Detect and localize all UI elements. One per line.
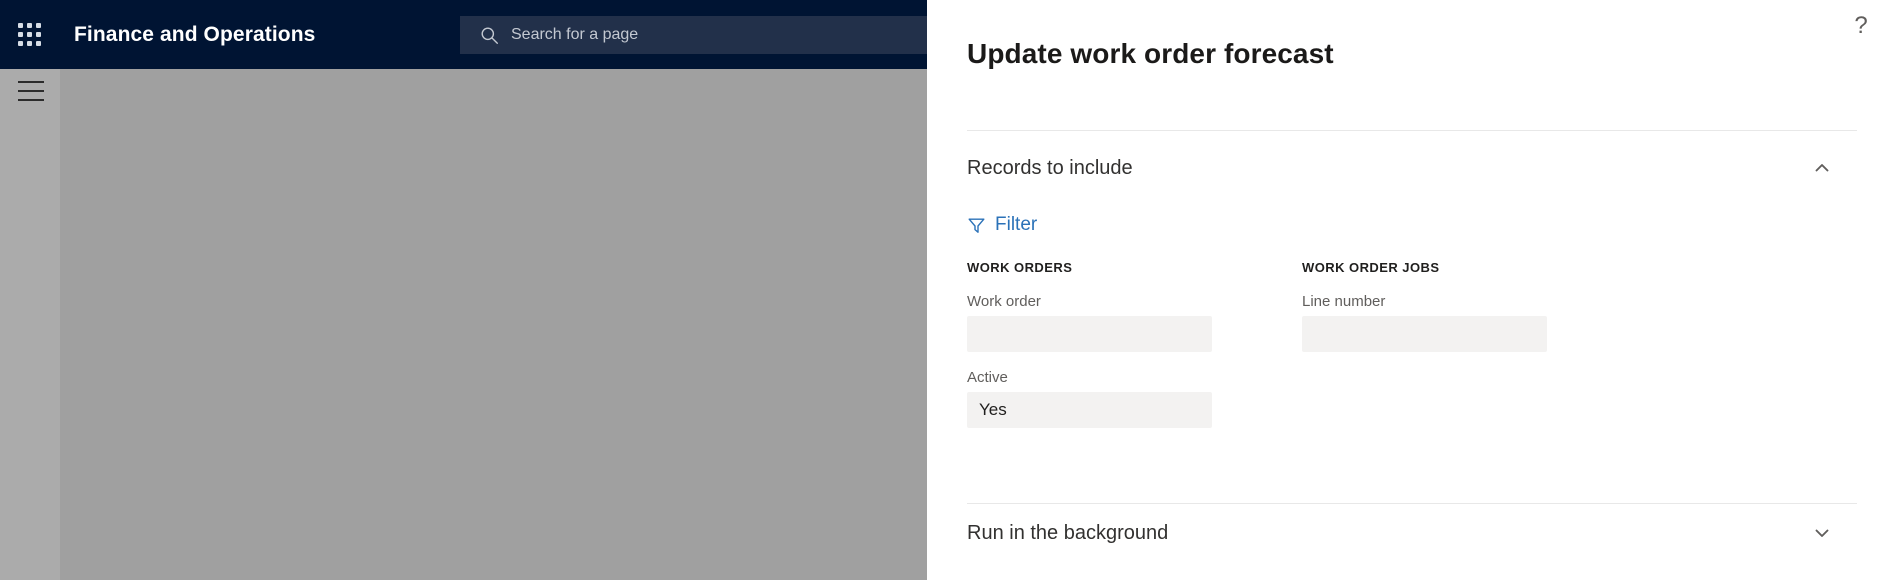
section-header-records-to-include[interactable]: Records to include	[967, 148, 1857, 188]
waffle-grid-icon	[17, 23, 41, 46]
funnel-icon	[967, 216, 986, 235]
field-active: Active	[967, 369, 1267, 428]
left-nav-rail	[0, 69, 60, 580]
chevron-up-icon[interactable]	[1811, 157, 1833, 179]
chevron-down-icon[interactable]	[1811, 522, 1833, 544]
field-work-order: Work order	[967, 293, 1267, 352]
work-order-input[interactable]	[967, 316, 1212, 352]
field-label-work-order: Work order	[967, 293, 1041, 310]
field-group-work-orders: WORK ORDERS Work order Active	[967, 260, 1267, 445]
hamburger-icon[interactable]	[18, 81, 44, 101]
page-title: Update work order forecast	[967, 38, 1334, 69]
divider-bottom	[967, 503, 1857, 504]
update-work-order-forecast-panel: ? Update work order forecast Records to …	[927, 0, 1897, 580]
search-icon	[480, 26, 499, 45]
app-launcher-button[interactable]	[0, 0, 58, 69]
field-line-number: Line number	[1302, 293, 1602, 352]
search-placeholder-text: Search for a page	[511, 26, 639, 43]
field-group-work-order-jobs: WORK ORDER JOBS Line number	[1302, 260, 1602, 369]
field-label-active: Active	[967, 369, 1008, 386]
app-title: Finance and Operations	[74, 22, 316, 46]
filter-button[interactable]: Filter	[967, 210, 1037, 240]
line-number-input[interactable]	[1302, 316, 1547, 352]
app-root: Finance and Operations Search for a page…	[0, 0, 1897, 580]
filter-label: Filter	[995, 214, 1038, 235]
help-icon[interactable]: ?	[1843, 8, 1879, 44]
search-box[interactable]: Search for a page	[460, 16, 927, 54]
section-label-run-in-the-background: Run in the background	[967, 521, 1169, 544]
top-navigation-bar: Finance and Operations Search for a page	[0, 0, 927, 69]
section-header-run-in-the-background[interactable]: Run in the background	[967, 513, 1857, 553]
field-label-line-number: Line number	[1302, 293, 1386, 310]
dimmed-content-overlay	[60, 69, 927, 580]
group-title-work-order-jobs: WORK ORDER JOBS	[1302, 260, 1440, 275]
group-title-work-orders: WORK ORDERS	[967, 260, 1073, 275]
active-input[interactable]	[967, 392, 1212, 428]
divider-top	[967, 130, 1857, 131]
section-label-records-to-include: Records to include	[967, 156, 1133, 179]
